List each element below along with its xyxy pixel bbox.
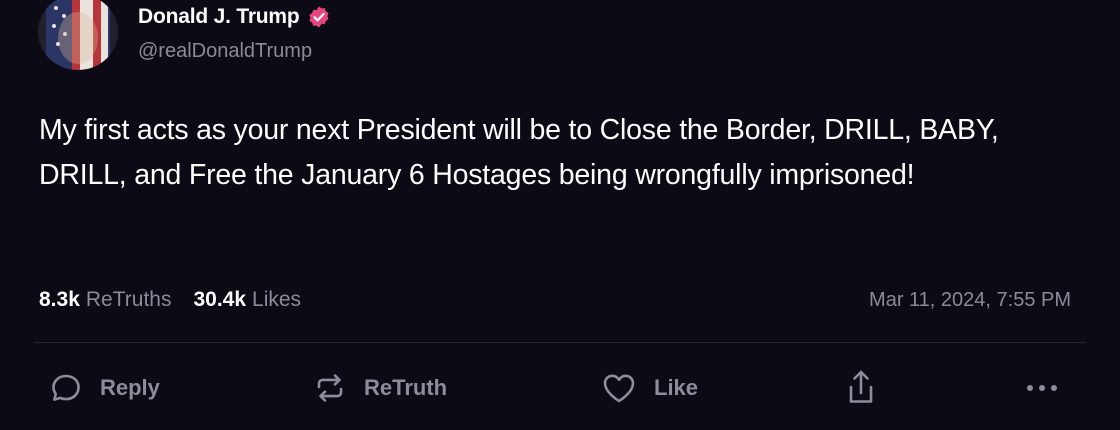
heart-icon xyxy=(600,370,638,406)
post-timestamp[interactable]: Mar 11, 2024, 7:55 PM xyxy=(869,282,1071,318)
divider xyxy=(34,342,1086,343)
author-name-row: Donald J. Trump xyxy=(138,2,331,32)
avatar[interactable] xyxy=(38,0,118,70)
more-options-button[interactable] xyxy=(1022,362,1062,414)
post-text: My first acts as your next President wil… xyxy=(39,114,999,191)
avatar-image xyxy=(38,0,118,70)
chat-bubble-icon xyxy=(48,370,84,406)
post-stats: 8.3k ReTruths 30.4k Likes xyxy=(39,282,301,318)
reply-button[interactable]: Reply xyxy=(48,362,160,414)
reply-label: Reply xyxy=(100,375,160,400)
retruth-label: ReTruth xyxy=(364,375,448,400)
author-name[interactable]: Donald J. Trump xyxy=(138,5,300,29)
ellipsis-icon xyxy=(1022,378,1062,398)
retruths-label[interactable]: ReTruths xyxy=(86,288,172,312)
author-block: Donald J. Trump @realDonaldTrump xyxy=(138,2,331,63)
repost-arrows-icon xyxy=(312,370,348,406)
likes-count[interactable]: 30.4k xyxy=(193,288,246,312)
verified-badge-icon xyxy=(307,5,331,29)
truth-social-post: Donald J. Trump @realDonaldTrump My firs… xyxy=(0,0,1120,430)
share-button[interactable] xyxy=(843,362,879,414)
like-button[interactable]: Like xyxy=(600,362,698,414)
action-bar: Reply ReTruth Like xyxy=(0,362,1120,414)
like-label: Like xyxy=(654,375,699,400)
retruths-count[interactable]: 8.3k xyxy=(39,288,80,312)
share-upload-icon xyxy=(843,368,879,408)
retruth-button[interactable]: ReTruth xyxy=(312,362,447,414)
likes-label[interactable]: Likes xyxy=(252,288,301,312)
author-handle[interactable]: @realDonaldTrump xyxy=(138,40,331,63)
